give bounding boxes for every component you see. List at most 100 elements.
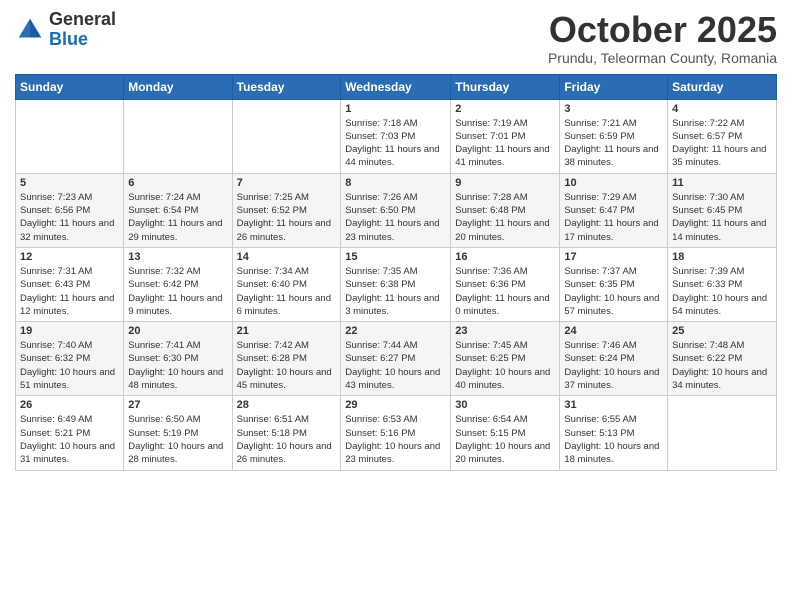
- day-number: 6: [128, 177, 227, 189]
- day-number: 5: [20, 177, 119, 189]
- day-number: 29: [345, 399, 446, 411]
- day-number: 23: [455, 325, 555, 337]
- logo-text: General Blue: [49, 10, 116, 50]
- calendar-cell: 28Sunrise: 6:51 AMSunset: 5:18 PMDayligh…: [232, 396, 341, 470]
- calendar-cell: 19 Sunrise: 7:40 AMSunset: 6:32 PMDayligh…: [16, 322, 124, 396]
- day-info: Sunrise: 7:35 AMSunset: 6:38 PMDaylight:…: [345, 265, 446, 318]
- calendar-cell: 9 Sunrise: 7:28 AMSunset: 6:48 PMDaylight…: [451, 173, 560, 247]
- day-info: Sunrise: 7:42 AMSunset: 6:28 PMDaylight:…: [237, 339, 337, 392]
- day-info: Sunrise: 7:40 AMSunset: 6:32 PMDaylight:…: [20, 339, 119, 392]
- day-info: Sunrise: 7:22 AMSunset: 6:57 PMDaylight:…: [672, 117, 772, 170]
- day-header-sunday: Sunday: [16, 74, 124, 99]
- logo-general: General: [49, 10, 116, 30]
- day-header-monday: Monday: [124, 74, 232, 99]
- calendar-header-row: SundayMondayTuesdayWednesdayThursdayFrid…: [16, 74, 777, 99]
- logo-icon: [15, 15, 45, 45]
- calendar-cell: 27Sunrise: 6:50 AMSunset: 5:19 PMDayligh…: [124, 396, 232, 470]
- day-number: 21: [237, 325, 337, 337]
- day-info: Sunrise: 7:18 AMSunset: 7:03 PMDaylight:…: [345, 117, 446, 170]
- day-number: 24: [564, 325, 663, 337]
- day-info: Sunrise: 7:45 AMSunset: 6:25 PMDaylight:…: [455, 339, 555, 392]
- day-info: Sunrise: 7:32 AMSunset: 6:42 PMDaylight:…: [128, 265, 227, 318]
- day-number: 17: [564, 251, 663, 263]
- title-block: October 2025 Prundu, Teleorman County, R…: [548, 10, 777, 66]
- day-info: Sunrise: 7:29 AMSunset: 6:47 PMDaylight:…: [564, 191, 663, 244]
- calendar-cell: 15 Sunrise: 7:35 AMSunset: 6:38 PMDayligh…: [341, 247, 451, 321]
- day-number: 13: [128, 251, 227, 263]
- calendar-cell: 2Sunrise: 7:19 AMSunset: 7:01 PMDaylight…: [451, 99, 560, 173]
- day-info: Sunrise: 7:48 AMSunset: 6:22 PMDaylight:…: [672, 339, 772, 392]
- calendar-cell: 17 Sunrise: 7:37 AMSunset: 6:35 PMDayligh…: [560, 247, 668, 321]
- calendar-cell: [124, 99, 232, 173]
- day-info: Sunrise: 7:30 AMSunset: 6:45 PMDaylight:…: [672, 191, 772, 244]
- day-number: 7: [237, 177, 337, 189]
- calendar-cell: 29Sunrise: 6:53 AMSunset: 5:16 PMDayligh…: [341, 396, 451, 470]
- day-header-saturday: Saturday: [668, 74, 777, 99]
- day-number: 28: [237, 399, 337, 411]
- calendar-cell: 5 Sunrise: 7:23 AMSunset: 6:56 PMDaylight…: [16, 173, 124, 247]
- day-info: Sunrise: 7:25 AMSunset: 6:52 PMDaylight:…: [237, 191, 337, 244]
- calendar-cell: 6 Sunrise: 7:24 AMSunset: 6:54 PMDaylight…: [124, 173, 232, 247]
- day-number: 2: [455, 103, 555, 115]
- calendar-cell: 7 Sunrise: 7:25 AMSunset: 6:52 PMDaylight…: [232, 173, 341, 247]
- calendar-cell: 31 Sunrise: 6:55 AMSunset: 5:13 PMDayligh…: [560, 396, 668, 470]
- page: General Blue October 2025 Prundu, Teleor…: [0, 0, 792, 612]
- day-info: Sunrise: 7:21 AMSunset: 6:59 PMDaylight:…: [564, 117, 663, 170]
- calendar-cell: [668, 396, 777, 470]
- day-number: 11: [672, 177, 772, 189]
- day-number: 15: [345, 251, 446, 263]
- day-info: Sunrise: 6:54 AMSunset: 5:15 PMDaylight:…: [455, 413, 555, 466]
- calendar-cell: 8Sunrise: 7:26 AMSunset: 6:50 PMDaylight…: [341, 173, 451, 247]
- calendar-cell: 22 Sunrise: 7:44 AMSunset: 6:27 PMDayligh…: [341, 322, 451, 396]
- calendar-cell: 20 Sunrise: 7:41 AMSunset: 6:30 PMDayligh…: [124, 322, 232, 396]
- calendar-cell: 23 Sunrise: 7:45 AMSunset: 6:25 PMDayligh…: [451, 322, 560, 396]
- calendar-cell: [232, 99, 341, 173]
- calendar-cell: 26 Sunrise: 6:49 AMSunset: 5:21 PMDayligh…: [16, 396, 124, 470]
- month-title: October 2025: [548, 10, 777, 50]
- header: General Blue October 2025 Prundu, Teleor…: [15, 10, 777, 66]
- logo-blue: Blue: [49, 30, 116, 50]
- calendar-cell: 12Sunrise: 7:31 AMSunset: 6:43 PMDayligh…: [16, 247, 124, 321]
- day-number: 26: [20, 399, 119, 411]
- day-number: 20: [128, 325, 227, 337]
- day-info: Sunrise: 7:36 AMSunset: 6:36 PMDaylight:…: [455, 265, 555, 318]
- day-number: 30: [455, 399, 555, 411]
- calendar-cell: 25 Sunrise: 7:48 AMSunset: 6:22 PMDayligh…: [668, 322, 777, 396]
- day-header-tuesday: Tuesday: [232, 74, 341, 99]
- calendar-cell: 1 Sunrise: 7:18 AMSunset: 7:03 PMDaylight…: [341, 99, 451, 173]
- day-number: 14: [237, 251, 337, 263]
- calendar-cell: 18 Sunrise: 7:39 AMSunset: 6:33 PMDayligh…: [668, 247, 777, 321]
- day-number: 31: [564, 399, 663, 411]
- day-number: 19: [20, 325, 119, 337]
- calendar-week-1: 1 Sunrise: 7:18 AMSunset: 7:03 PMDaylight…: [16, 99, 777, 173]
- day-info: Sunrise: 6:49 AMSunset: 5:21 PMDaylight:…: [20, 413, 119, 466]
- day-info: Sunrise: 7:39 AMSunset: 6:33 PMDaylight:…: [672, 265, 772, 318]
- day-number: 22: [345, 325, 446, 337]
- day-number: 1: [345, 103, 446, 115]
- calendar-cell: 16 Sunrise: 7:36 AMSunset: 6:36 PMDayligh…: [451, 247, 560, 321]
- day-info: Sunrise: 7:41 AMSunset: 6:30 PMDaylight:…: [128, 339, 227, 392]
- day-info: Sunrise: 6:55 AMSunset: 5:13 PMDaylight:…: [564, 413, 663, 466]
- calendar-cell: 30 Sunrise: 6:54 AMSunset: 5:15 PMDayligh…: [451, 396, 560, 470]
- day-info: Sunrise: 7:37 AMSunset: 6:35 PMDaylight:…: [564, 265, 663, 318]
- day-number: 16: [455, 251, 555, 263]
- logo: General Blue: [15, 10, 116, 50]
- day-number: 25: [672, 325, 772, 337]
- day-number: 3: [564, 103, 663, 115]
- calendar-cell: 3 Sunrise: 7:21 AMSunset: 6:59 PMDaylight…: [560, 99, 668, 173]
- calendar-cell: 4Sunrise: 7:22 AMSunset: 6:57 PMDaylight…: [668, 99, 777, 173]
- calendar-week-2: 5 Sunrise: 7:23 AMSunset: 6:56 PMDaylight…: [16, 173, 777, 247]
- day-info: Sunrise: 7:34 AMSunset: 6:40 PMDaylight:…: [237, 265, 337, 318]
- calendar-week-5: 26 Sunrise: 6:49 AMSunset: 5:21 PMDayligh…: [16, 396, 777, 470]
- day-info: Sunrise: 7:26 AMSunset: 6:50 PMDaylight:…: [345, 191, 446, 244]
- day-info: Sunrise: 7:44 AMSunset: 6:27 PMDaylight:…: [345, 339, 446, 392]
- day-header-friday: Friday: [560, 74, 668, 99]
- day-number: 18: [672, 251, 772, 263]
- day-info: Sunrise: 7:23 AMSunset: 6:56 PMDaylight:…: [20, 191, 119, 244]
- calendar-cell: 13 Sunrise: 7:32 AMSunset: 6:42 PMDayligh…: [124, 247, 232, 321]
- day-info: Sunrise: 7:28 AMSunset: 6:48 PMDaylight:…: [455, 191, 555, 244]
- day-number: 9: [455, 177, 555, 189]
- day-info: Sunrise: 7:24 AMSunset: 6:54 PMDaylight:…: [128, 191, 227, 244]
- calendar-cell: 11 Sunrise: 7:30 AMSunset: 6:45 PMDayligh…: [668, 173, 777, 247]
- calendar-cell: 21 Sunrise: 7:42 AMSunset: 6:28 PMDayligh…: [232, 322, 341, 396]
